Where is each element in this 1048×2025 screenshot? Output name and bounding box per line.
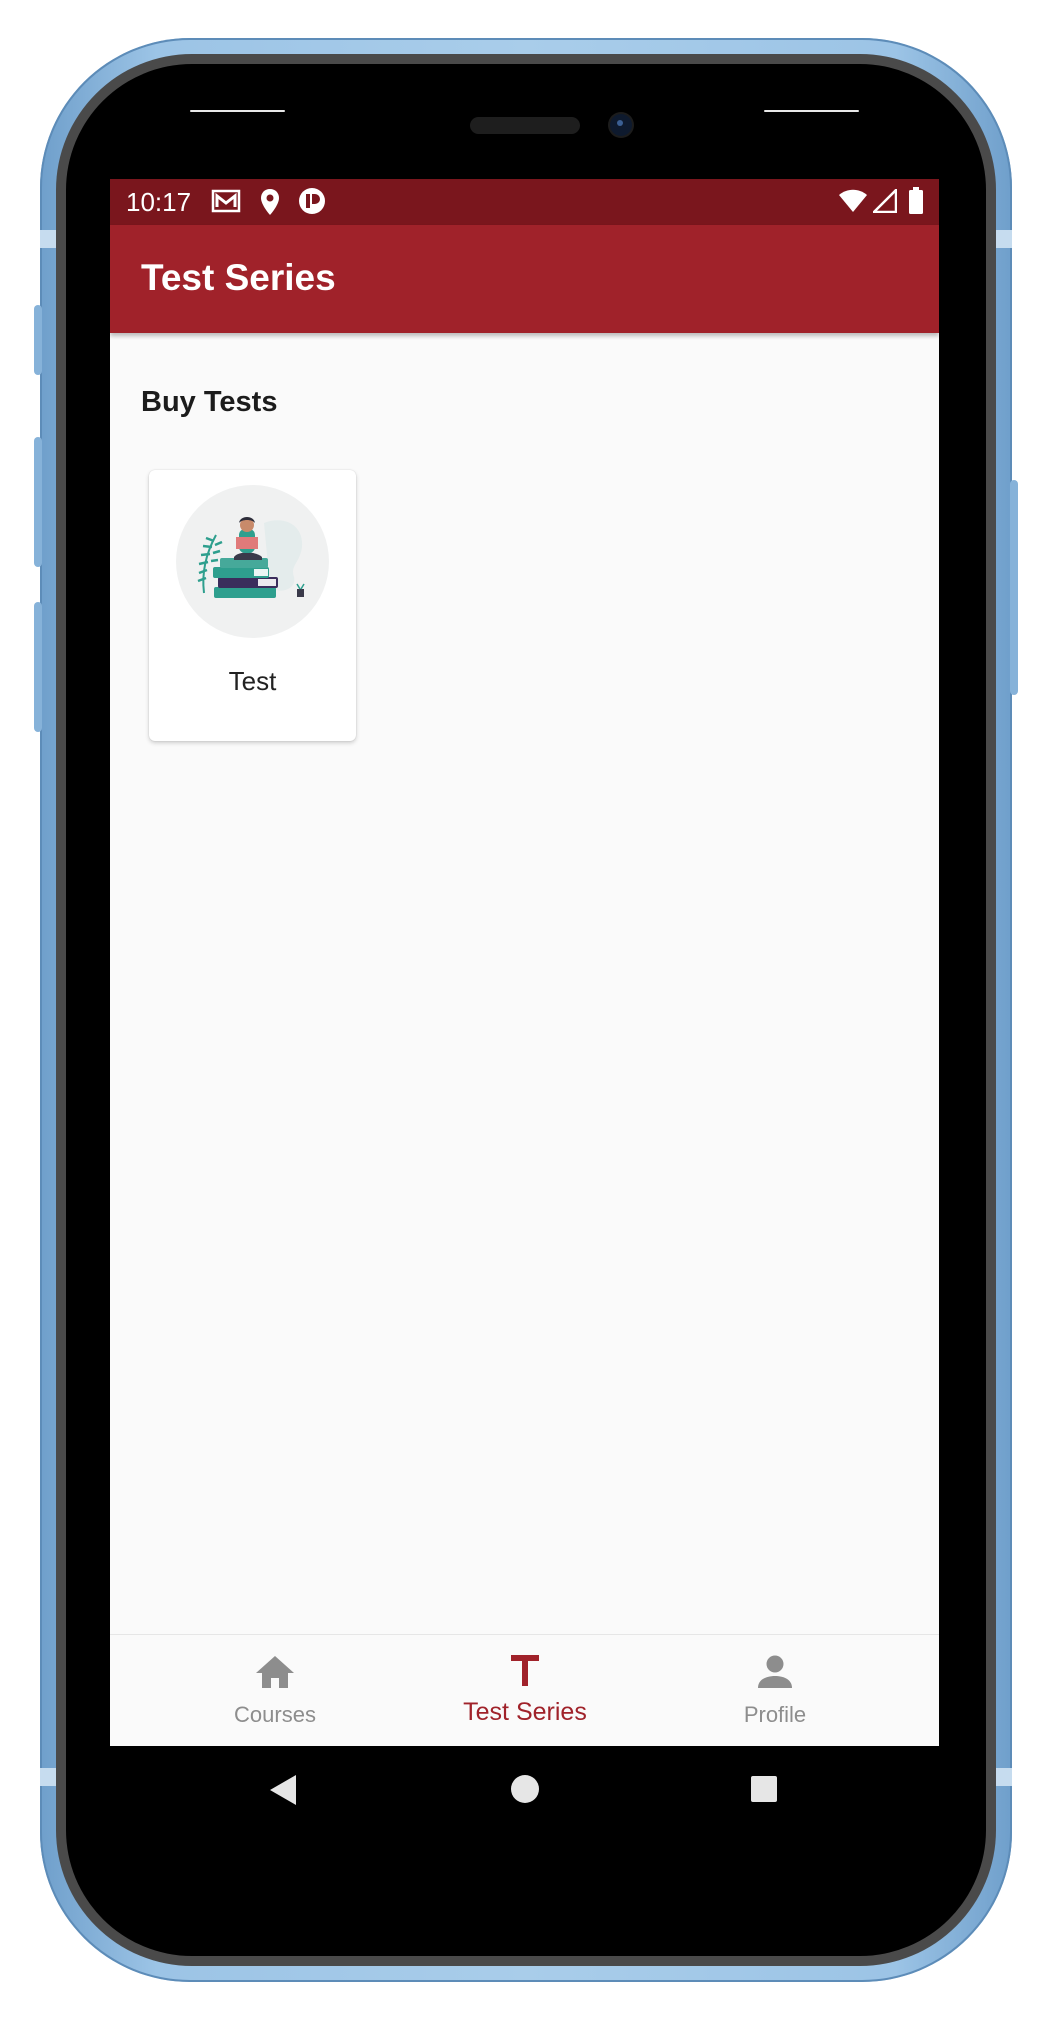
bottom-navigation: Courses Test Series Profile xyxy=(110,1634,939,1746)
front-camera xyxy=(610,114,632,136)
volume-down-button xyxy=(34,602,42,732)
person-icon xyxy=(758,1655,792,1688)
gmail-icon xyxy=(211,189,241,213)
antenna-band xyxy=(40,230,56,248)
power-button xyxy=(1010,480,1018,695)
app-notification-icon xyxy=(299,188,325,214)
app-screen: 10:17 Test Series Buy Tests Test Courses… xyxy=(110,179,939,1746)
home-icon xyxy=(256,1656,294,1688)
status-bar: 10:17 xyxy=(110,179,939,225)
earpiece-speaker xyxy=(470,117,580,134)
app-bar: Test Series xyxy=(110,225,939,333)
card-title: Test xyxy=(228,666,277,696)
antenna-band xyxy=(996,230,1012,248)
system-navigation-bar xyxy=(110,1746,939,1836)
reading-person-illustration xyxy=(176,485,329,638)
antenna-band xyxy=(40,1768,56,1786)
nav-item-courses[interactable]: Courses xyxy=(190,1635,360,1746)
bezel-glint xyxy=(190,110,285,112)
mute-switch xyxy=(34,305,42,375)
nav-label-test-series: Test Series xyxy=(463,1698,587,1726)
location-icon xyxy=(261,189,279,215)
wifi-icon xyxy=(839,189,867,212)
home-button[interactable] xyxy=(510,1774,540,1804)
nav-label-profile: Profile xyxy=(743,1702,807,1727)
back-button[interactable] xyxy=(268,1774,298,1806)
page-title: Test Series xyxy=(141,257,336,298)
bezel-glint xyxy=(764,110,859,112)
section-title: Buy Tests xyxy=(141,386,278,418)
status-time: 10:17 xyxy=(126,187,192,217)
recents-button[interactable] xyxy=(750,1775,778,1803)
battery-icon xyxy=(909,187,923,214)
nav-label-courses: Courses xyxy=(234,1702,316,1727)
volume-up-button xyxy=(34,437,42,567)
antenna-band xyxy=(996,1768,1012,1786)
letter-t-icon xyxy=(511,1655,539,1686)
test-card[interactable]: Test xyxy=(149,470,356,741)
signal-icon xyxy=(873,189,897,213)
nav-item-profile[interactable]: Profile xyxy=(690,1635,860,1746)
nav-item-test-series[interactable]: Test Series xyxy=(432,1635,618,1746)
